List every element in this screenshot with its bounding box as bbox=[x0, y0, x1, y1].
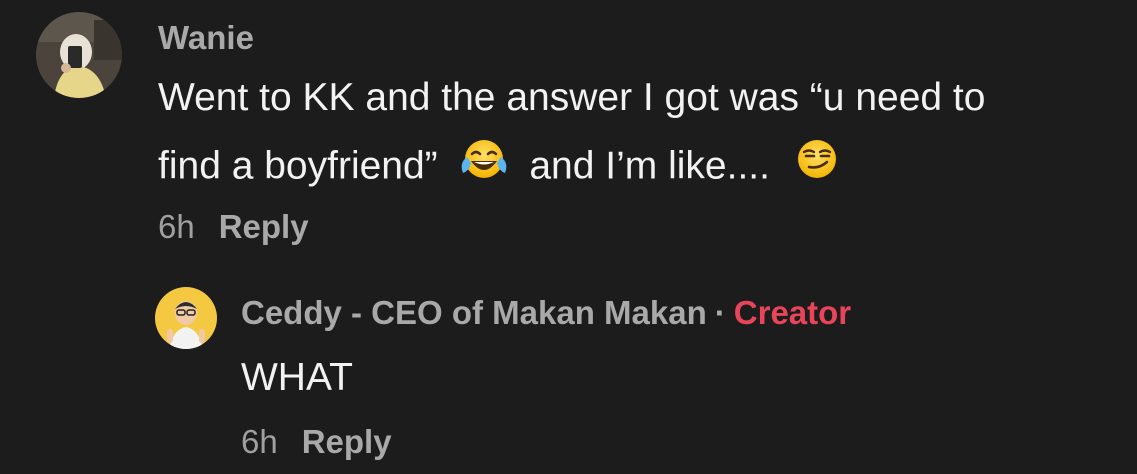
author-line: Ceddy - CEO of Makan Makan · Creator bbox=[241, 294, 851, 332]
comment-text-segment: and I’m like.... bbox=[529, 144, 770, 188]
avatar-ceddy[interactable] bbox=[155, 287, 217, 349]
comment-ceddy: Ceddy - CEO of Makan Makan · Creator WHAT … bbox=[0, 270, 1137, 474]
comment-text-line-1: Went to KK and the answer I got was “u n… bbox=[158, 76, 986, 119]
author-name[interactable]: Ceddy - CEO of Makan Makan bbox=[241, 294, 707, 331]
comment-wanie: Wanie Went to KK and the answer I got wa… bbox=[0, 0, 1137, 260]
comment-text-segment: find a boyfriend” bbox=[158, 144, 438, 188]
comment-text-line-2: find a boyfriend” and I’m like.... bbox=[158, 140, 839, 195]
avatar-wanie[interactable] bbox=[36, 12, 122, 98]
face-with-tears-of-joy-icon bbox=[459, 137, 509, 191]
reply-button[interactable]: Reply bbox=[219, 208, 309, 246]
comment-meta: 6h Reply bbox=[241, 423, 392, 461]
creator-badge: Creator bbox=[733, 294, 852, 331]
reply-button[interactable]: Reply bbox=[302, 423, 392, 461]
comment-text: WHAT bbox=[241, 356, 353, 399]
author-name[interactable]: Wanie bbox=[158, 19, 254, 57]
smirking-face-icon bbox=[795, 137, 839, 191]
comment-timestamp: 6h bbox=[241, 423, 278, 460]
comment-timestamp: 6h bbox=[158, 208, 195, 245]
comment-meta: 6h Reply bbox=[158, 208, 309, 246]
separator-dot: · bbox=[714, 294, 726, 331]
